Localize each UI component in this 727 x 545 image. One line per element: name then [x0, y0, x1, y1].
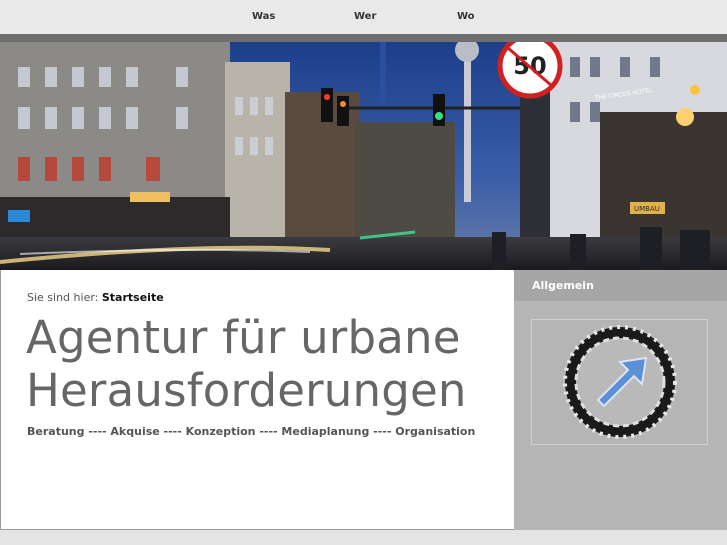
nav-item-wer[interactable]: Wer: [354, 11, 376, 22]
hero-image: UMBAU THE CIRCUS HOTEL 50: [0, 42, 727, 270]
page-title: Agentur für urbane Herausforderungen: [26, 311, 506, 417]
services-tagline: Beratung ---- Akquise ---- Konzeption --…: [27, 425, 476, 438]
footer-strip: [0, 530, 727, 545]
arrow-logo-icon: [562, 325, 677, 439]
top-navigation: Was Wer Wo: [0, 0, 727, 34]
sidebar-title: Allgemein: [514, 270, 727, 301]
page-title-line2: Herausforderungen: [26, 364, 467, 417]
breadcrumb-prefix: Sie sind hier:: [27, 291, 99, 304]
umbau-sign: UMBAU: [634, 205, 660, 213]
breadcrumb-current[interactable]: Startseite: [102, 291, 164, 304]
logo-box[interactable]: [531, 319, 708, 445]
nav-item-wo[interactable]: Wo: [457, 11, 475, 22]
nav-item-was[interactable]: Was: [252, 11, 275, 22]
page-title-line1: Agentur für urbane: [26, 311, 461, 364]
breadcrumb: Sie sind hier: Startseite: [27, 291, 164, 304]
header-divider: [0, 34, 727, 42]
main-content: Sie sind hier: Startseite Agentur für ur…: [0, 270, 514, 530]
sidebar: Allgemein: [514, 270, 727, 530]
